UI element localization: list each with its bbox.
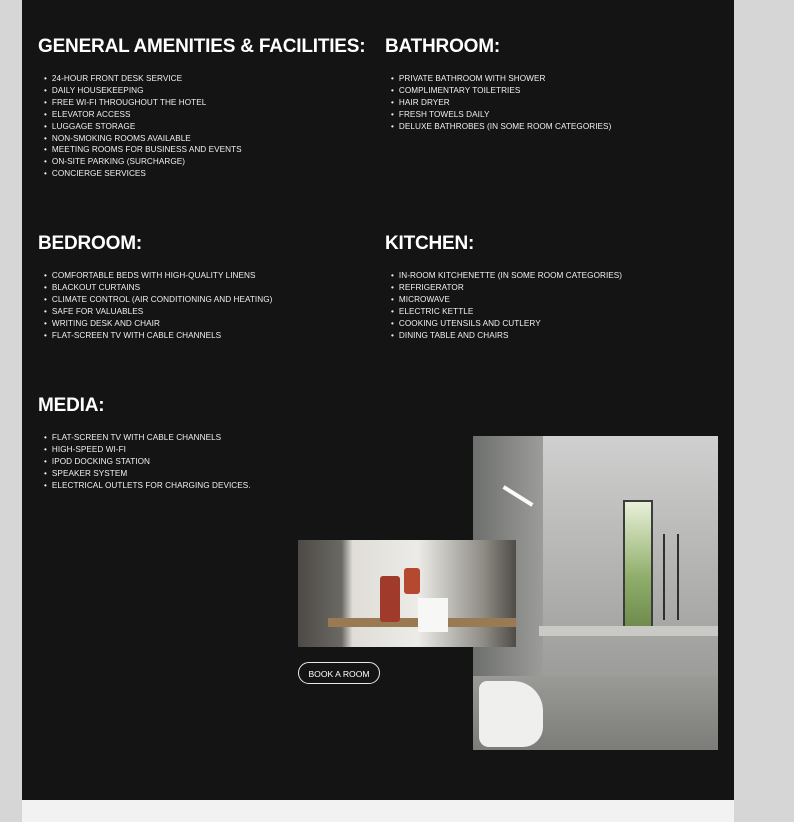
amenity-item: ELECTRIC KETTLE	[391, 306, 622, 318]
amenity-item: IN-ROOM KITCHENETTE (IN SOME ROOM CATEGO…	[391, 270, 622, 282]
amenity-item: HAIR DRYER	[391, 97, 611, 109]
amenity-item: ELECTRICAL OUTLETS FOR CHARGING DEVICES.	[44, 480, 251, 492]
amenity-item: FLAT-SCREEN TV WITH CABLE CHANNELS	[44, 330, 272, 342]
amenity-item: HIGH-SPEED WI-FI	[44, 444, 251, 456]
amenity-item: IPOD DOCKING STATION	[44, 456, 251, 468]
amenity-item: 24-HOUR FRONT DESK SERVICE	[44, 73, 242, 85]
amenity-item: FREE WI-FI THROUGHOUT THE HOTEL	[44, 97, 242, 109]
amenity-item: COMPLIMENTARY TOILETRIES	[391, 85, 611, 97]
amenity-item: DINING TABLE AND CHAIRS	[391, 330, 622, 342]
footer-strip	[22, 800, 734, 822]
amenities-panel: GENERAL AMENITIES & FACILITIES: 24-HOUR …	[22, 0, 734, 800]
amenity-item: SPEAKER SYSTEM	[44, 468, 251, 480]
photo-toiletry-bottle	[404, 568, 420, 594]
photo-towel-rail	[663, 534, 679, 620]
section-kitchen: KITCHEN: IN-ROOM KITCHENETTE (IN SOME RO…	[385, 233, 622, 340]
amenity-list: PRIVATE BATHROOM WITH SHOWERCOMPLIMENTAR…	[391, 73, 611, 133]
amenity-item: FLAT-SCREEN TV WITH CABLE CHANNELS	[44, 432, 251, 444]
amenity-item: BLACKOUT CURTAINS	[44, 282, 272, 294]
amenity-list: IN-ROOM KITCHENETTE (IN SOME ROOM CATEGO…	[391, 270, 622, 341]
section-title: BEDROOM:	[38, 233, 142, 254]
toiletries-photo	[298, 540, 516, 647]
amenity-item: MEETING ROOMS FOR BUSINESS AND EVENTS	[44, 144, 242, 156]
photo-toilet	[479, 681, 543, 747]
section-title: GENERAL AMENITIES & FACILITIES:	[38, 36, 366, 57]
amenity-item: REFRIGERATOR	[391, 282, 622, 294]
amenity-item: FRESH TOWELS DAILY	[391, 109, 611, 121]
amenity-list: COMFORTABLE BEDS WITH HIGH-QUALITY LINEN…	[44, 270, 272, 341]
section-bedroom: BEDROOM: COMFORTABLE BEDS WITH HIGH-QUAL…	[38, 233, 272, 340]
amenity-item: COMFORTABLE BEDS WITH HIGH-QUALITY LINEN…	[44, 270, 272, 282]
book-room-button[interactable]: BOOK A ROOM	[298, 662, 380, 684]
amenity-item: COOKING UTENSILS AND CUTLERY	[391, 318, 622, 330]
amenity-item: CLIMATE CONTROL (AIR CONDITIONING AND HE…	[44, 294, 272, 306]
amenity-item: NON-SMOKING ROOMS AVAILABLE	[44, 133, 242, 145]
amenity-list: 24-HOUR FRONT DESK SERVICEDAILY HOUSEKEE…	[44, 73, 242, 180]
amenity-item: DELUXE BATHROBES (IN SOME ROOM CATEGORIE…	[391, 121, 611, 133]
section-general-amenities: GENERAL AMENITIES & FACILITIES: 24-HOUR …	[38, 36, 366, 178]
photo-window	[623, 500, 653, 630]
amenity-list: FLAT-SCREEN TV WITH CABLE CHANNELSHIGH-S…	[44, 432, 251, 492]
amenity-item: DAILY HOUSEKEEPING	[44, 85, 242, 97]
amenity-item: SAFE FOR VALUABLES	[44, 306, 272, 318]
section-bathroom: BATHROOM: PRIVATE BATHROOM WITH SHOWERCO…	[385, 36, 611, 131]
amenity-item: LUGGAGE STORAGE	[44, 121, 242, 133]
section-media: MEDIA: FLAT-SCREEN TV WITH CABLE CHANNEL…	[38, 395, 251, 490]
amenity-item: ELEVATOR ACCESS	[44, 109, 242, 121]
amenity-item: ON-SITE PARKING (SURCHARGE)	[44, 156, 242, 168]
amenity-item: PRIVATE BATHROOM WITH SHOWER	[391, 73, 611, 85]
section-title: BATHROOM:	[385, 36, 500, 57]
photo-toiletry-box	[418, 598, 448, 632]
section-title: MEDIA:	[38, 395, 105, 416]
section-title: KITCHEN:	[385, 233, 475, 254]
amenity-item: MICROWAVE	[391, 294, 622, 306]
photo-toiletry-bottle	[380, 576, 400, 622]
amenity-item: CONCIERGE SERVICES	[44, 168, 242, 180]
photo-ledge	[539, 626, 718, 636]
amenity-item: WRITING DESK AND CHAIR	[44, 318, 272, 330]
